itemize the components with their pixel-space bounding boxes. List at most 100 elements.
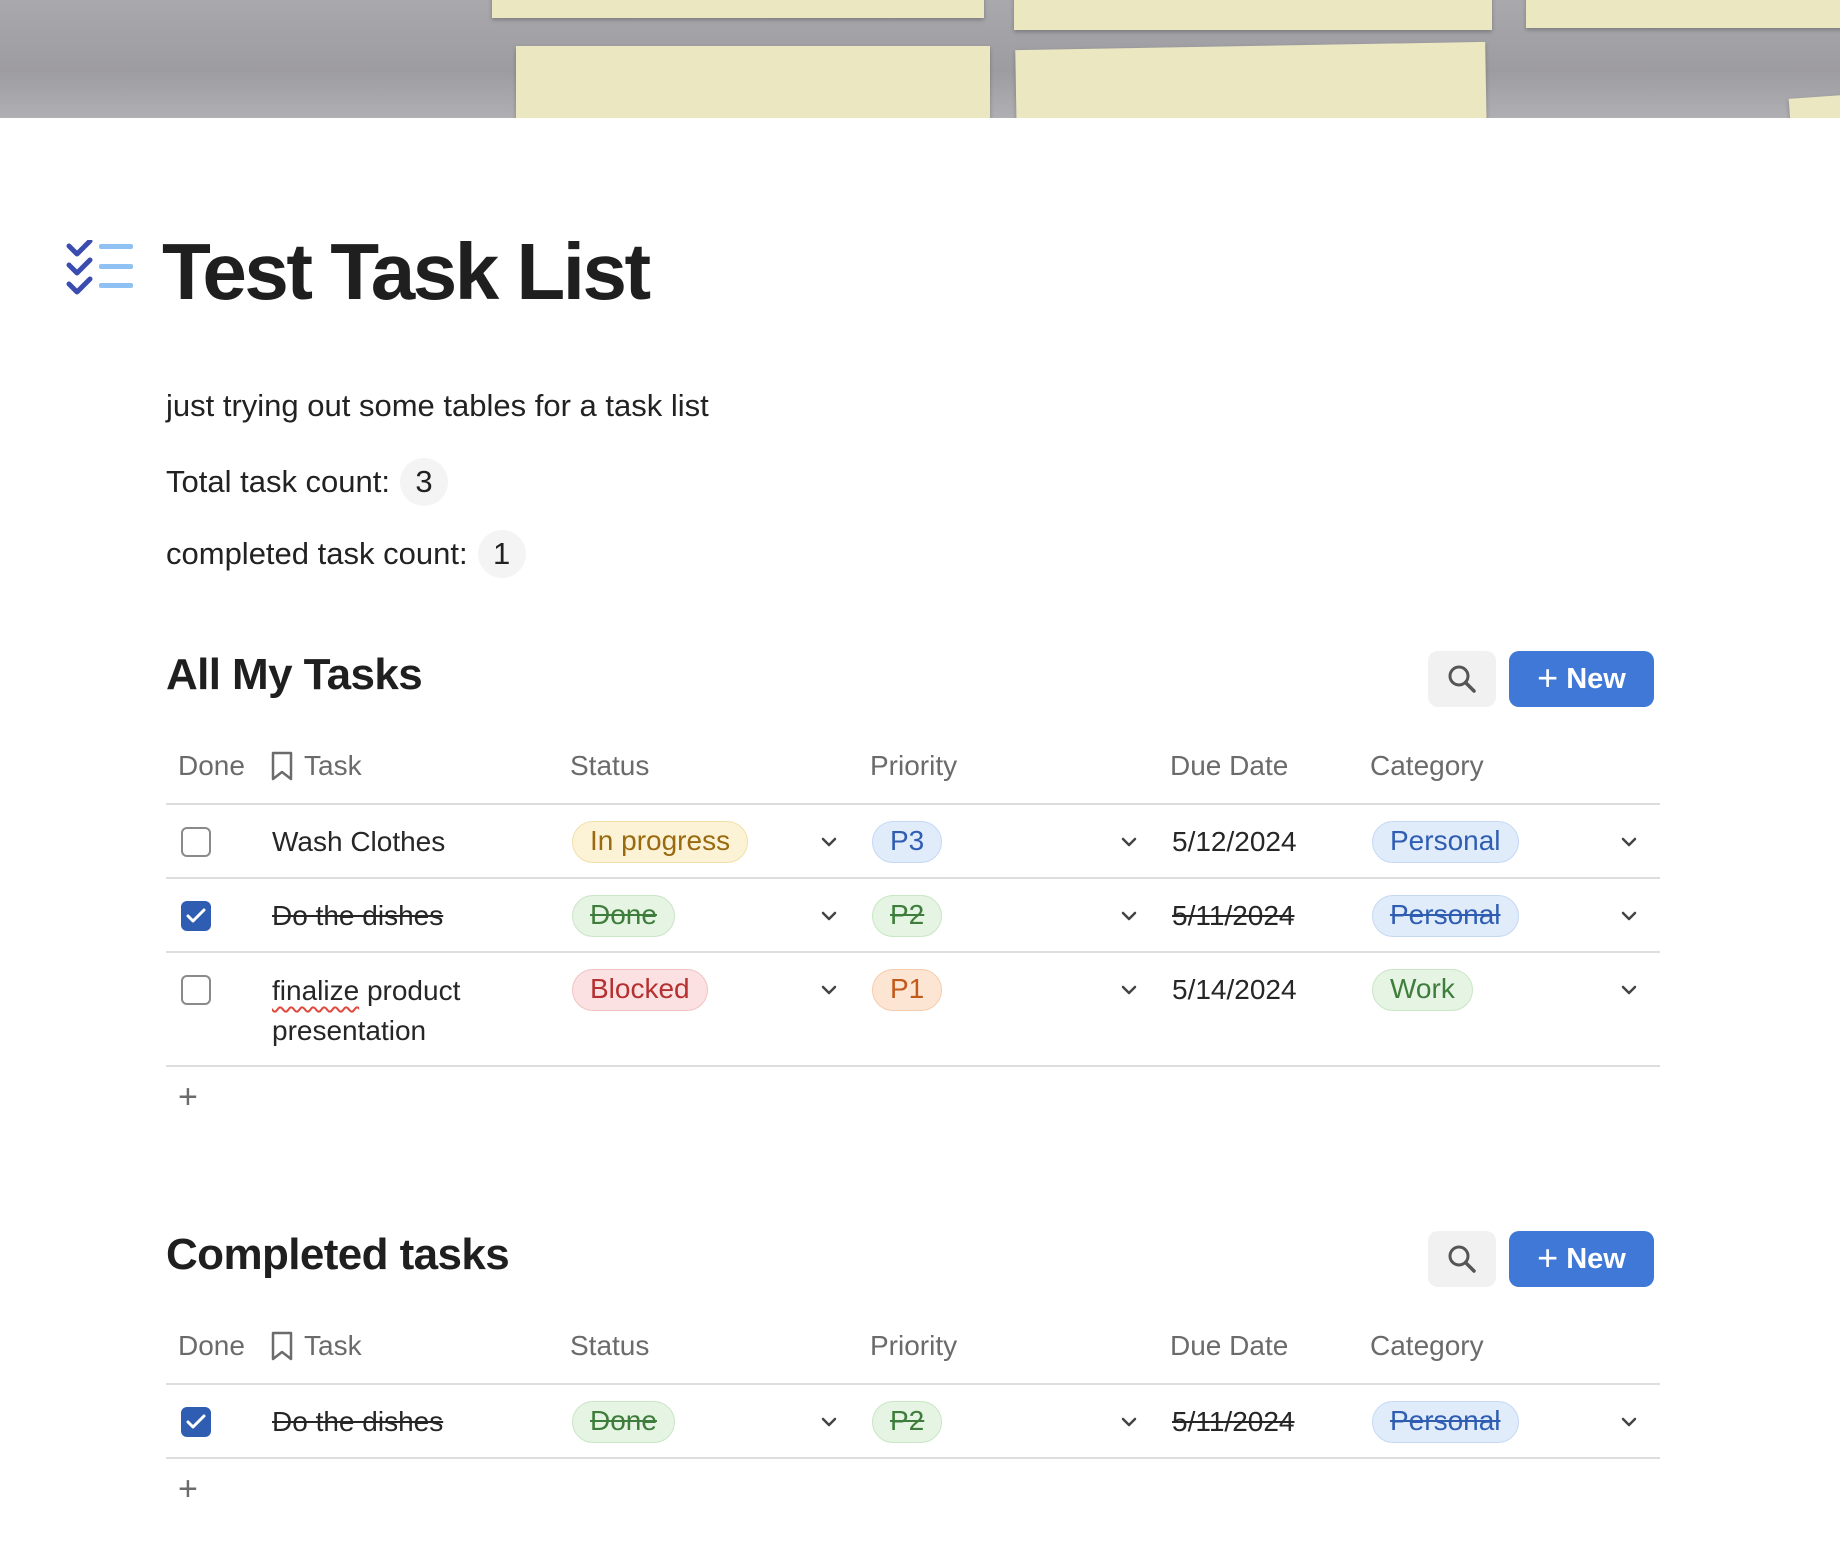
- priority-pill[interactable]: P3: [872, 821, 943, 863]
- sticky-note: [492, 0, 984, 18]
- task-name[interactable]: finalize product presentation: [272, 953, 502, 1067]
- chevron-down-icon[interactable]: [816, 1385, 842, 1459]
- chevron-down-icon[interactable]: [1116, 1385, 1142, 1459]
- checklist-icon[interactable]: [66, 238, 136, 304]
- table-row[interactable]: Do the dishes Done P2 5/11/2024 Personal: [166, 879, 1660, 953]
- checkmark-icon: [186, 1414, 206, 1429]
- column-header-task[interactable]: Task: [270, 1307, 362, 1385]
- new-button[interactable]: + New: [1509, 651, 1654, 707]
- column-header-task[interactable]: Task: [270, 727, 362, 805]
- category-cell: Personal: [1372, 805, 1519, 879]
- status-cell: Done: [572, 879, 675, 953]
- status-pill[interactable]: Done: [572, 895, 675, 937]
- sticky-note: [1526, 0, 1840, 28]
- due-date[interactable]: 5/12/2024: [1172, 805, 1297, 879]
- total-count-value: 3: [400, 458, 449, 506]
- checkmark-icon: [186, 908, 206, 923]
- column-header-done[interactable]: Done: [178, 1307, 245, 1385]
- page-title[interactable]: Test Task List: [162, 222, 651, 322]
- chevron-down-icon[interactable]: [1616, 953, 1642, 1027]
- column-header-done[interactable]: Done: [178, 727, 245, 805]
- total-count-label: Total task count:: [166, 464, 391, 499]
- done-checkbox[interactable]: [181, 827, 211, 857]
- completed-count-line: completed task count: 1: [166, 530, 526, 578]
- priority-cell: P2: [872, 879, 943, 953]
- page-description[interactable]: just trying out some tables for a task l…: [166, 388, 709, 424]
- due-date[interactable]: 5/14/2024: [1172, 953, 1297, 1027]
- chevron-down-icon[interactable]: [1116, 953, 1142, 1027]
- table-row[interactable]: Wash Clothes In progress P3 5/12/2024 Pe…: [166, 805, 1660, 879]
- section-title: Completed tasks: [166, 1230, 510, 1279]
- chevron-down-icon[interactable]: [1616, 879, 1642, 953]
- chevron-down-icon[interactable]: [816, 953, 842, 1027]
- column-header-category[interactable]: Category: [1370, 727, 1484, 805]
- chevron-down-icon[interactable]: [1116, 805, 1142, 879]
- tasks-table: Done Task Status Priority Due Date Categ…: [166, 727, 1660, 1127]
- new-button-label: New: [1566, 1242, 1626, 1275]
- done-checkbox[interactable]: [181, 901, 211, 931]
- status-cell: Blocked: [572, 953, 708, 1027]
- status-cell: In progress: [572, 805, 749, 879]
- search-button[interactable]: [1428, 651, 1496, 707]
- chevron-down-icon[interactable]: [816, 805, 842, 879]
- done-cell: [181, 805, 211, 879]
- category-pill[interactable]: Personal: [1372, 821, 1519, 863]
- column-header-status[interactable]: Status: [570, 1307, 649, 1385]
- bookmark-icon: [271, 1331, 293, 1361]
- status-cell: Done: [572, 1385, 675, 1459]
- table-header: Done Task Status Priority Due Date Categ…: [166, 1307, 1660, 1385]
- task-name[interactable]: Wash Clothes: [272, 805, 445, 879]
- done-cell: [181, 953, 211, 1027]
- priority-cell: P2: [872, 1385, 943, 1459]
- status-pill[interactable]: Done: [572, 1401, 675, 1443]
- search-button[interactable]: [1428, 1231, 1496, 1287]
- search-icon: [1448, 1245, 1476, 1273]
- plus-icon: +: [1537, 1236, 1559, 1278]
- due-date[interactable]: 5/11/2024: [1172, 879, 1295, 953]
- chevron-down-icon[interactable]: [816, 879, 842, 953]
- chevron-down-icon[interactable]: [1616, 805, 1642, 879]
- priority-cell: P3: [872, 805, 943, 879]
- column-header-status[interactable]: Status: [570, 727, 649, 805]
- column-header-priority[interactable]: Priority: [870, 1307, 957, 1385]
- sticky-note: [1015, 41, 1487, 118]
- completed-tasks-section: Completed tasks + New Done Task Status P…: [166, 1225, 1660, 1555]
- category-pill[interactable]: Work: [1372, 969, 1473, 1011]
- cover-image: [0, 0, 1840, 118]
- done-cell: [181, 879, 211, 953]
- table-header: Done Task Status Priority Due Date Categ…: [166, 727, 1660, 805]
- add-row-button[interactable]: +: [166, 1067, 1660, 1127]
- done-checkbox[interactable]: [181, 1407, 211, 1437]
- column-header-due-date[interactable]: Due Date: [1170, 727, 1288, 805]
- task-name[interactable]: Do the dishes: [272, 879, 443, 953]
- due-date[interactable]: 5/11/2024: [1172, 1385, 1295, 1459]
- done-checkbox[interactable]: [181, 975, 211, 1005]
- category-pill[interactable]: Personal: [1372, 895, 1519, 937]
- done-cell: [181, 1385, 211, 1459]
- completed-count-value: 1: [477, 530, 526, 578]
- priority-pill[interactable]: P2: [872, 895, 943, 937]
- sticky-note: [1788, 93, 1840, 118]
- bookmark-icon: [271, 751, 293, 781]
- column-header-category[interactable]: Category: [1370, 1307, 1484, 1385]
- priority-pill[interactable]: P1: [872, 969, 943, 1011]
- sticky-note: [1014, 0, 1492, 30]
- table-row[interactable]: Do the dishes Done P2 5/11/2024 Personal: [166, 1385, 1660, 1459]
- chevron-down-icon[interactable]: [1616, 1385, 1642, 1459]
- table-row[interactable]: finalize product presentation Blocked P1…: [166, 953, 1660, 1067]
- sticky-note: [516, 46, 990, 118]
- new-button[interactable]: + New: [1509, 1231, 1654, 1287]
- priority-pill[interactable]: P2: [872, 1401, 943, 1443]
- section-title: All My Tasks: [166, 650, 423, 699]
- column-header-due-date[interactable]: Due Date: [1170, 1307, 1288, 1385]
- category-pill[interactable]: Personal: [1372, 1401, 1519, 1443]
- column-header-priority[interactable]: Priority: [870, 727, 957, 805]
- new-button-label: New: [1566, 662, 1626, 695]
- task-name[interactable]: Do the dishes: [272, 1385, 443, 1459]
- misspelled-word: finalize: [272, 975, 360, 1006]
- status-pill[interactable]: In progress: [572, 821, 749, 863]
- total-count-line: Total task count: 3: [166, 458, 449, 506]
- chevron-down-icon[interactable]: [1116, 879, 1142, 953]
- add-row-button[interactable]: +: [166, 1459, 1660, 1519]
- status-pill[interactable]: Blocked: [572, 969, 708, 1011]
